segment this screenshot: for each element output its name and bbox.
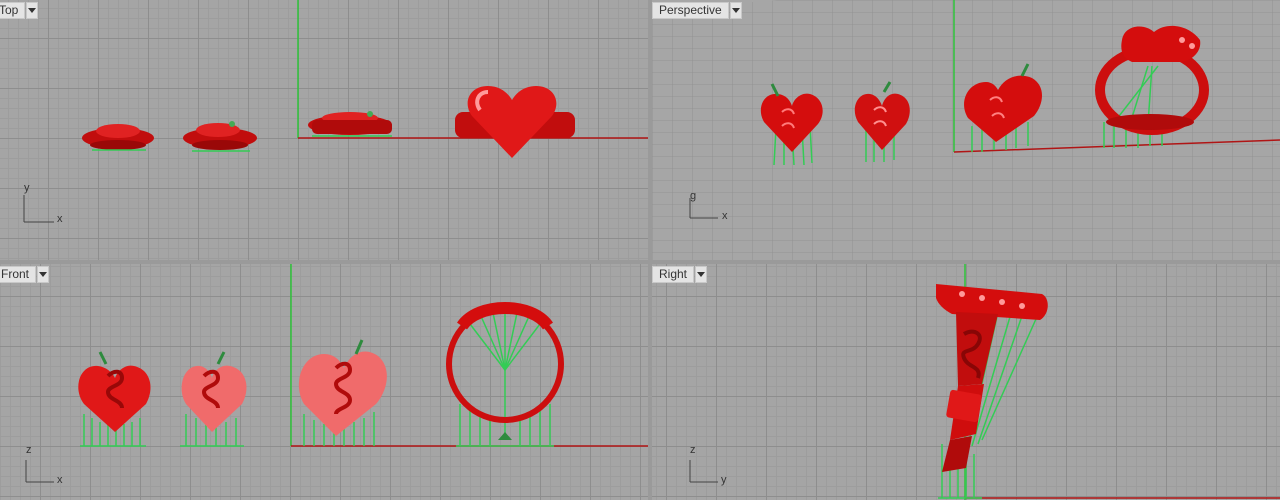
chevron-down-icon[interactable] [729, 2, 742, 19]
front-scene [25, 264, 648, 483]
viewport-perspective-title: Perspective [652, 2, 742, 19]
axis-label-vertical: z [26, 444, 32, 456]
axis-label-horizontal: x [57, 213, 63, 225]
axis-label-vertical: g [690, 190, 697, 202]
chevron-down-icon[interactable] [695, 266, 708, 283]
viewport-top-title: Top [0, 2, 39, 19]
ring-model-2[interactable] [183, 121, 257, 152]
axis-label-horizontal: x [57, 474, 63, 486]
heart-pendant-front-3[interactable] [298, 339, 387, 446]
axis-label-vertical: z [690, 444, 696, 456]
ring-model-1[interactable] [82, 124, 154, 151]
viewport-right-label[interactable]: Right [652, 266, 695, 283]
heart-ring-model[interactable] [455, 86, 575, 158]
viewport-front-label[interactable]: Front [0, 266, 37, 283]
axis-label-horizontal: y [721, 474, 727, 486]
viewport-right-title: Right [652, 266, 708, 283]
viewport-perspective-label[interactable]: Perspective [652, 2, 729, 19]
viewport-front[interactable]: Front z x [0, 264, 648, 500]
heart-ring-side-model[interactable] [936, 284, 1048, 499]
perspective-grid [652, 0, 1280, 260]
axis-indicator-right [689, 460, 718, 483]
viewport-right[interactable]: Right z y [652, 264, 1280, 500]
viewport-perspective[interactable]: Perspective g x [652, 0, 1280, 260]
viewport-top-label[interactable]: Top [0, 2, 26, 19]
heart-pendant-front-1[interactable] [78, 351, 151, 447]
viewport-front-title: Front [0, 266, 50, 283]
viewport-top[interactable]: Top y x [0, 0, 648, 260]
heart-pendant-front-2[interactable] [180, 351, 247, 447]
ring-model-3[interactable] [308, 111, 392, 137]
axis-label-vertical: y [24, 182, 30, 194]
heart-ring-front[interactable] [446, 302, 564, 447]
axis-indicator-front [25, 460, 54, 483]
right-scene [689, 264, 1280, 500]
axis-indicator-top [23, 195, 54, 223]
axis-label-horizontal: x [722, 210, 728, 222]
chevron-down-icon[interactable] [37, 266, 50, 283]
chevron-down-icon[interactable] [26, 2, 39, 19]
top-scene [23, 0, 648, 223]
